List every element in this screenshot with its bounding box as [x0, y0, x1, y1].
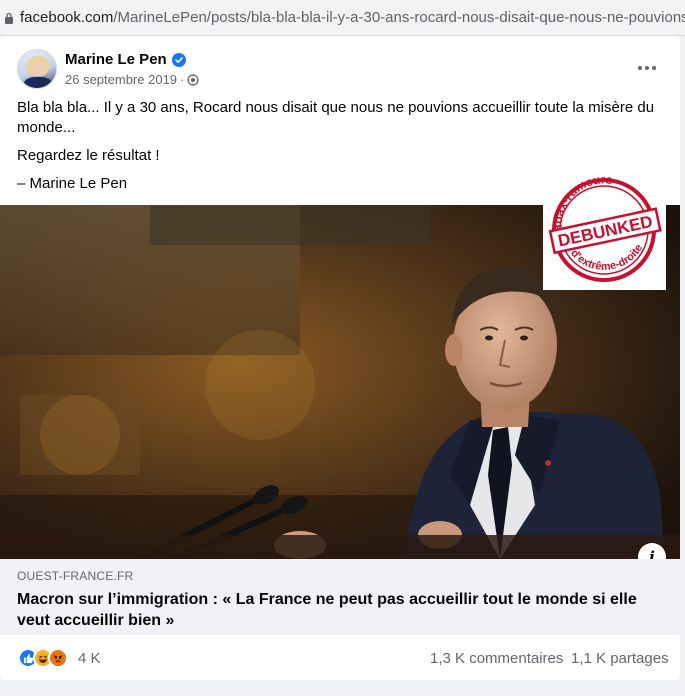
author-avatar[interactable]: [17, 49, 57, 89]
angry-reaction-icon: [48, 648, 68, 668]
url-path: /MarineLePen/posts/bla-bla-bla-il-y-a-30…: [113, 9, 685, 26]
page-background-strip: [0, 680, 685, 696]
more-options-icon[interactable]: [632, 58, 662, 78]
post-author-row: Marine Le Pen: [65, 51, 186, 68]
browser-address-bar[interactable]: facebook.com/MarineLePen/posts/bla-bla-b…: [0, 0, 685, 36]
post-author-name[interactable]: Marine Le Pen: [65, 51, 167, 68]
globe-icon: [187, 73, 199, 86]
shares-count[interactable]: 1,1 K partages: [571, 650, 669, 667]
comments-count[interactable]: 1,3 K commentaires: [430, 650, 563, 667]
debunked-stamp-graphic: Hoax-rumeurs DEBUNKED d'extrême-droite: [541, 169, 662, 282]
stamp-middle-text: DEBUNKED: [556, 212, 654, 251]
post-stats-bar: 4 K 1,3 K commentaires 1,1 K partages: [0, 645, 680, 671]
debunked-stamp: Hoax-rumeurs DEBUNKED d'extrême-droite: [541, 169, 666, 290]
meta-separator: ·: [180, 72, 185, 87]
post-text-line2: Regardez le résultat !: [17, 147, 160, 164]
verified-badge-icon: [171, 52, 186, 67]
url-host: facebook.com: [20, 9, 114, 26]
post-text-line1: Bla bla bla... Il y a 30 ans, Rocard nou…: [17, 99, 655, 136]
facebook-post-card: Marine Le Pen 26 septembre 2019 · Bla bl…: [0, 36, 680, 680]
lock-icon: [5, 12, 13, 24]
post-date[interactable]: 26 septembre 2019: [65, 72, 177, 87]
post-meta: 26 septembre 2019 ·: [65, 72, 199, 87]
link-domain: OUEST-FRANCE.FR: [17, 569, 134, 583]
reaction-icons[interactable]: [18, 648, 68, 668]
link-preview[interactable]: OUEST-FRANCE.FR Macron sur l’immigration…: [0, 559, 680, 635]
link-title[interactable]: Macron sur l’immigration : « La France n…: [17, 589, 657, 631]
reaction-count[interactable]: 4 K: [78, 650, 101, 667]
